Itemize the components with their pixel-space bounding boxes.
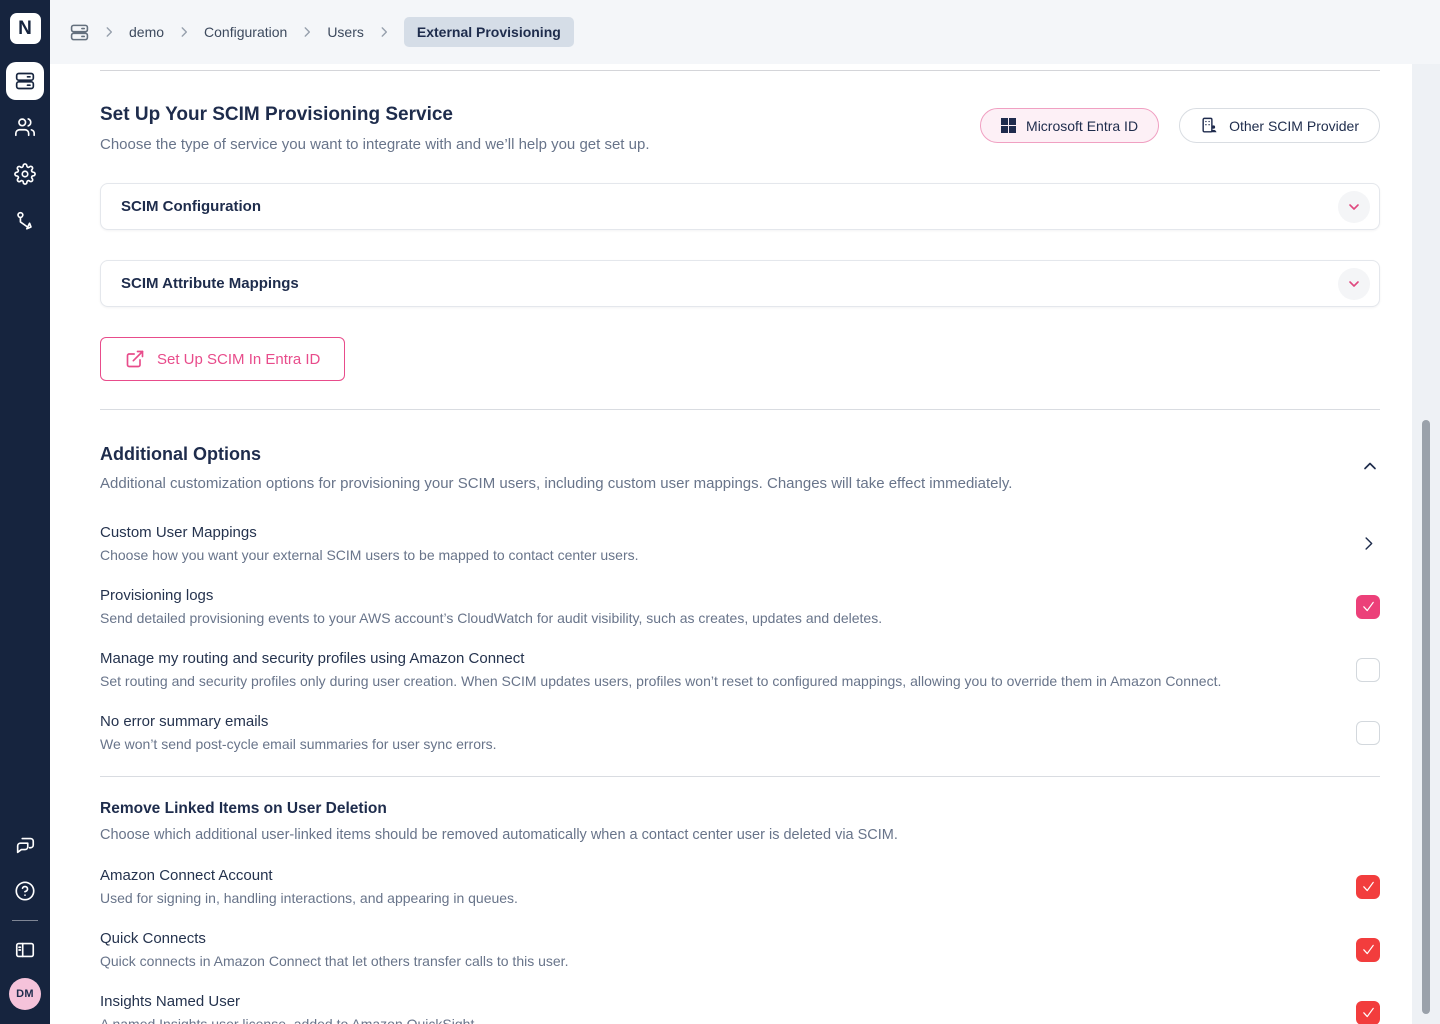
- accordion-scim-attribute-mappings[interactable]: SCIM Attribute Mappings: [100, 260, 1380, 307]
- option-description: A named Insights user license, added to …: [100, 1016, 478, 1024]
- sidebar-item-settings[interactable]: [13, 162, 37, 186]
- gear-icon: [14, 163, 36, 185]
- option-row-amazon-connect-account: Amazon Connect Account Used for signing …: [100, 867, 1380, 906]
- option-row-custom-user-mappings[interactable]: Custom User Mappings Choose how you want…: [100, 524, 1380, 563]
- chat-bubbles-icon: [14, 834, 36, 856]
- sidebar-item-users[interactable]: [13, 115, 37, 139]
- additional-options-title: Additional Options: [100, 444, 1012, 465]
- option-description: Used for signing in, handling interactio…: [100, 890, 518, 906]
- organization-icon: [1200, 116, 1219, 135]
- chevron-down-icon[interactable]: [1338, 191, 1370, 223]
- remove-linked-items-subtitle: Choose which additional user-linked item…: [100, 827, 1380, 843]
- other-scim-provider-label: Other SCIM Provider: [1229, 118, 1359, 134]
- breadcrumb-current-external-provisioning: External Provisioning: [404, 17, 574, 47]
- user-avatar[interactable]: DM: [9, 978, 41, 1010]
- sidebar-item-collapse-panel[interactable]: [13, 938, 37, 962]
- help-circle-icon: [14, 880, 36, 902]
- option-row-no-error-summary-emails: No error summary emails We won’t send po…: [100, 713, 1380, 752]
- option-description: Set routing and security profiles only d…: [100, 673, 1221, 689]
- option-row-insights-named-user: Insights Named User A named Insights use…: [100, 993, 1380, 1024]
- sidebar-item-help[interactable]: [13, 879, 37, 903]
- top-divider: [100, 70, 1380, 71]
- chevron-up-icon[interactable]: [1360, 456, 1380, 476]
- sidebar-panel-icon: [14, 939, 36, 961]
- option-description: We won’t send post-cycle email summaries…: [100, 736, 497, 752]
- sidebar-item-workflows[interactable]: [13, 209, 37, 233]
- no-error-summary-checkbox[interactable]: [1356, 721, 1380, 745]
- option-row-provisioning-logs: Provisioning logs Send detailed provisio…: [100, 587, 1380, 626]
- quick-connects-checkbox[interactable]: [1356, 938, 1380, 962]
- breadcrumb-item-demo[interactable]: demo: [129, 24, 164, 40]
- option-title: No error summary emails: [100, 713, 497, 730]
- amazon-connect-account-checkbox[interactable]: [1356, 875, 1380, 899]
- sidebar-item-chat[interactable]: [13, 833, 37, 857]
- other-scim-provider-button[interactable]: Other SCIM Provider: [1179, 108, 1380, 143]
- chevron-separator-icon: [177, 25, 191, 39]
- chevron-separator-icon: [377, 25, 391, 39]
- sidebar-divider: [12, 920, 38, 921]
- option-description: Choose how you want your external SCIM u…: [100, 547, 639, 563]
- main-content: Set Up Your SCIM Provisioning Service Ch…: [50, 64, 1412, 1024]
- option-title: Provisioning logs: [100, 587, 882, 604]
- chevron-right-icon[interactable]: [1359, 534, 1380, 553]
- breadcrumb: demo Configuration Users External Provis…: [70, 17, 574, 47]
- breadcrumb-item-users[interactable]: Users: [327, 24, 364, 40]
- chevron-separator-icon: [300, 25, 314, 39]
- option-title: Quick Connects: [100, 930, 568, 947]
- option-description: Quick connects in Amazon Connect that le…: [100, 953, 568, 969]
- microsoft-entra-id-button[interactable]: Microsoft Entra ID: [980, 108, 1159, 143]
- workflow-icon: [14, 210, 36, 232]
- external-link-icon: [125, 349, 145, 369]
- page-subtitle: Choose the type of service you want to i…: [100, 136, 650, 153]
- accordion-scim-configuration[interactable]: SCIM Configuration: [100, 183, 1380, 230]
- option-row-manage-profiles: Manage my routing and security profiles …: [100, 650, 1380, 689]
- chevron-separator-icon: [102, 25, 116, 39]
- microsoft-entra-id-label: Microsoft Entra ID: [1026, 118, 1138, 134]
- remove-linked-items-title: Remove Linked Items on User Deletion: [100, 800, 1380, 818]
- manage-profiles-checkbox[interactable]: [1356, 658, 1380, 682]
- set-up-scim-label: Set Up SCIM In Entra ID: [157, 351, 320, 368]
- topbar: demo Configuration Users External Provis…: [50, 0, 1440, 64]
- users-icon: [14, 116, 36, 138]
- sidebar-item-servers-active[interactable]: [6, 62, 44, 100]
- accordion-title: SCIM Attribute Mappings: [121, 275, 299, 292]
- provisioning-logs-checkbox[interactable]: [1356, 595, 1380, 619]
- sidebar: N: [0, 0, 50, 1024]
- scrollbar-thumb[interactable]: [1422, 420, 1430, 1014]
- accordion-title: SCIM Configuration: [121, 198, 261, 215]
- insights-named-user-checkbox[interactable]: [1356, 1001, 1380, 1024]
- option-title: Manage my routing and security profiles …: [100, 650, 1221, 667]
- section-divider: [100, 409, 1380, 410]
- app-logo[interactable]: N: [10, 13, 41, 44]
- option-title: Amazon Connect Account: [100, 867, 518, 884]
- option-row-quick-connects: Quick Connects Quick connects in Amazon …: [100, 930, 1380, 969]
- breadcrumb-item-configuration[interactable]: Configuration: [204, 24, 287, 40]
- option-title: Insights Named User: [100, 993, 478, 1010]
- option-title: Custom User Mappings: [100, 524, 639, 541]
- breadcrumb-server-stack-icon[interactable]: [70, 23, 89, 42]
- microsoft-logo-icon: [1001, 118, 1016, 133]
- set-up-scim-in-entra-id-button[interactable]: Set Up SCIM In Entra ID: [100, 337, 345, 381]
- section-divider: [100, 776, 1380, 777]
- scrollbar-track[interactable]: [1412, 64, 1440, 1024]
- server-stack-icon: [15, 71, 35, 91]
- chevron-down-icon[interactable]: [1338, 268, 1370, 300]
- page-title: Set Up Your SCIM Provisioning Service: [100, 104, 650, 126]
- additional-options-subtitle: Additional customization options for pro…: [100, 475, 1012, 492]
- option-description: Send detailed provisioning events to you…: [100, 610, 882, 626]
